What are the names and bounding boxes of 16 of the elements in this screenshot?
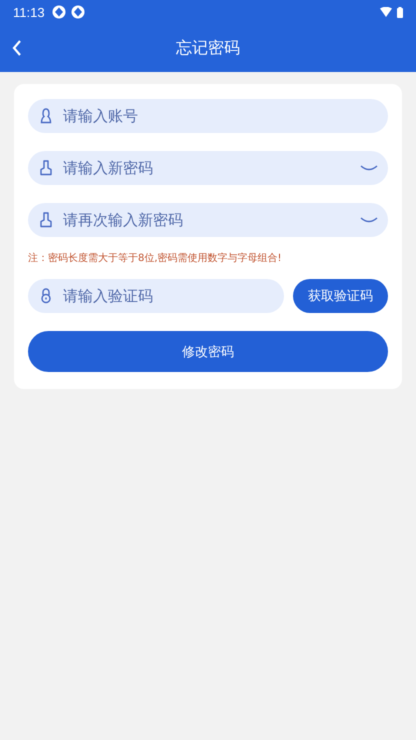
- page-title: 忘记密码: [176, 38, 240, 58]
- lock-icon: [39, 287, 53, 304]
- status-time: 11:13: [13, 4, 45, 20]
- input-field[interactable]: 请输入账号: [28, 99, 388, 133]
- input-field[interactable]: 请输入验证码: [28, 279, 284, 313]
- submit-button[interactable]: 修改密码: [28, 331, 388, 372]
- back-icon[interactable]: [12, 40, 22, 56]
- input-field[interactable]: 请输入新密码: [28, 151, 388, 185]
- wifi-icon: [380, 7, 392, 17]
- closed-eye-icon[interactable]: [360, 216, 378, 224]
- password-hint: 注：密码长度需大于等于8位,密码需使用数字与字母组合!: [28, 252, 283, 265]
- get-code-button[interactable]: 获取验证码: [293, 279, 388, 313]
- battery-icon: [397, 6, 403, 18]
- closed-eye-icon[interactable]: [360, 164, 378, 172]
- person-icon: [39, 107, 53, 124]
- input-field[interactable]: 请再次输入新密码: [28, 203, 388, 237]
